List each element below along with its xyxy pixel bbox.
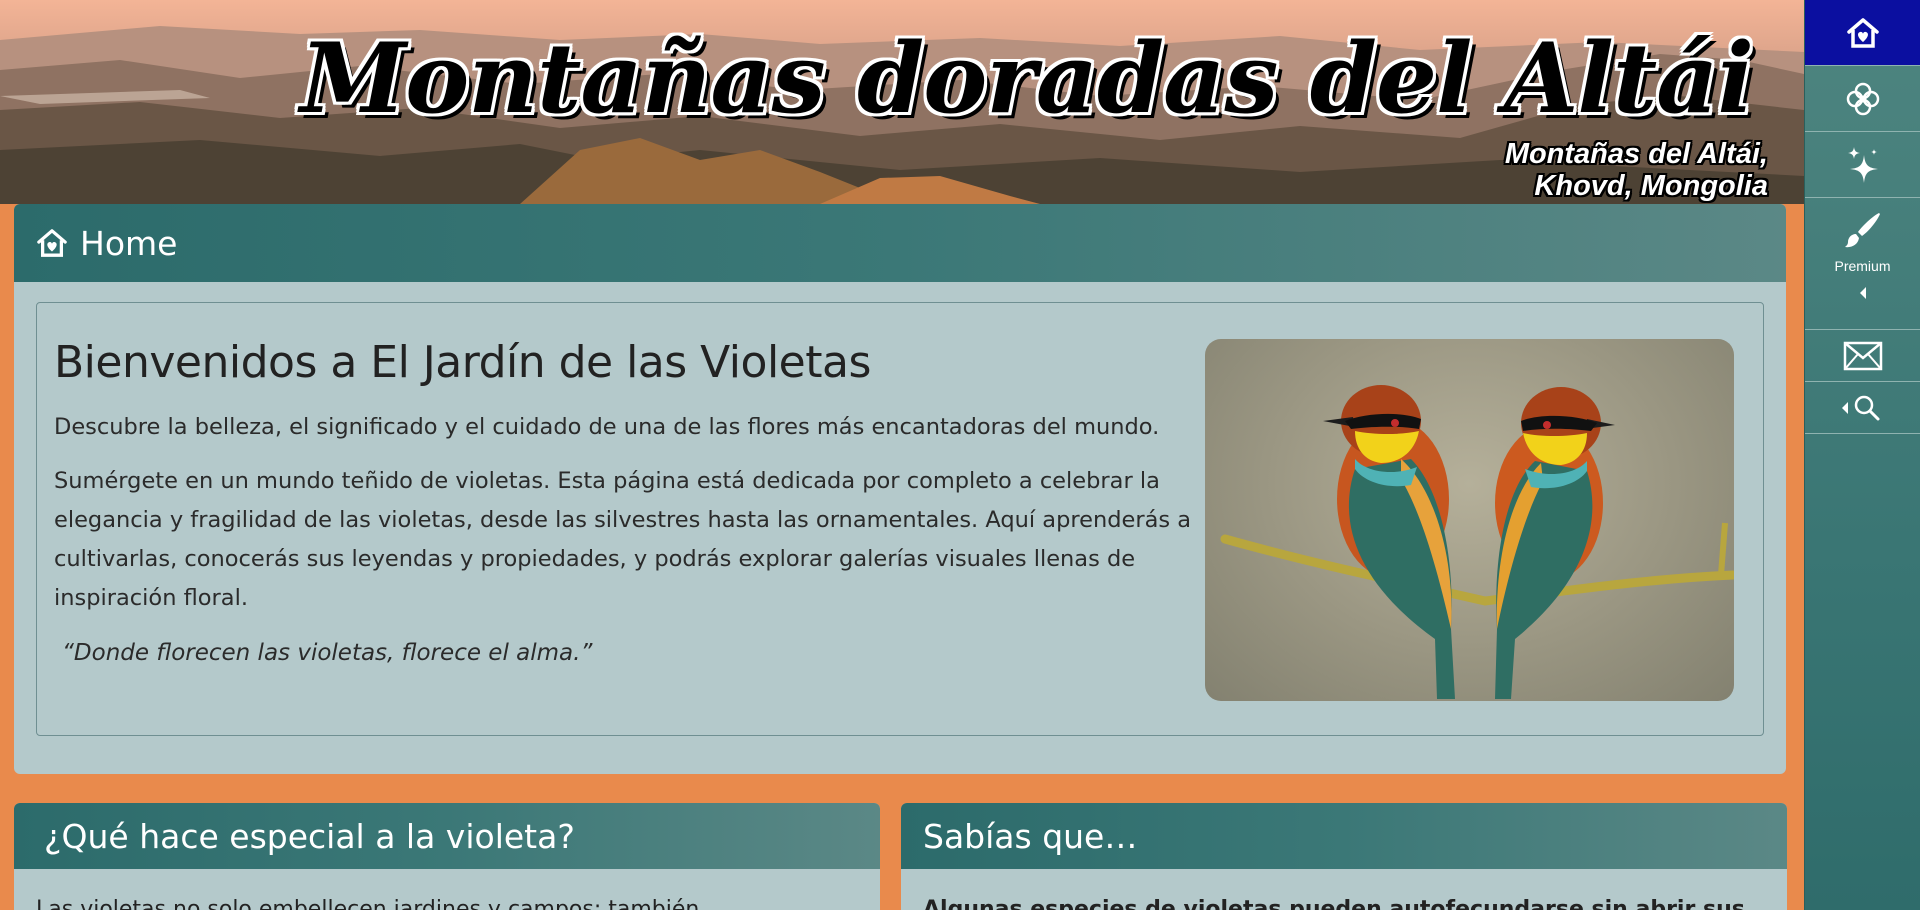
welcome-text-block: Bienvenidos a El Jardín de las Violetas … [54, 337, 1214, 666]
welcome-lead: Descubre la belleza, el significado y el… [54, 414, 1160, 440]
home-panel-header: Home [14, 204, 1786, 282]
sidebar-item-premium[interactable]: Premium [1805, 198, 1920, 330]
home-panel: Home Bienvenidos a El Jardín de las Viol… [14, 204, 1786, 774]
sidebar-item-search[interactable] [1805, 382, 1920, 434]
bee-eaters-photo [1205, 339, 1734, 701]
did-you-know-header: Sabías que… [901, 803, 1787, 869]
did-you-know-title: Sabías que… [923, 816, 1138, 856]
birds-illustration [1220, 385, 1734, 699]
location-line-2: Khovd, Mongolia [1534, 170, 1768, 202]
banner-title: Montañas doradas del Altái [300, 22, 1754, 135]
sidebar-item-sparkles[interactable] [1805, 132, 1920, 198]
welcome-section: Bienvenidos a El Jardín de las Violetas … [36, 302, 1764, 736]
sidebar-item-contact[interactable] [1805, 330, 1920, 382]
home-icon [1846, 17, 1879, 48]
sidebar-premium-label: Premium [1834, 258, 1891, 274]
home-icon [37, 229, 67, 257]
special-violet-title: ¿Qué hace especial a la violeta? [44, 816, 575, 856]
sidebar-item-home[interactable] [1805, 0, 1920, 66]
brush-icon [1844, 213, 1880, 248]
sparkles-icon [1847, 146, 1878, 183]
welcome-body: Sumérgete en un mundo teñido de violetas… [54, 468, 1192, 611]
mail-icon [1843, 341, 1882, 370]
special-violet-text: Las violetas no solo embellecen jardines… [36, 897, 700, 910]
header-banner: Montañas doradas del Altái Montañas del … [0, 0, 1804, 204]
collapse-left-icon[interactable] [1858, 286, 1868, 300]
welcome-heading: Bienvenidos a El Jardín de las Violetas [54, 337, 871, 388]
flower-icon [1846, 82, 1879, 115]
right-sidebar-nav: Premium [1804, 0, 1920, 910]
banner-location-caption: Montañas del Altái, Khovd, Mongolia [1438, 138, 1768, 202]
welcome-quote: “Donde florecen las violetas, florece el… [62, 640, 593, 666]
search-icon [1841, 395, 1879, 420]
location-line-1: Montañas del Altái, [1504, 138, 1768, 170]
home-panel-title: Home [80, 223, 178, 263]
special-violet-section: ¿Qué hace especial a la violeta? Las vio… [14, 803, 880, 910]
did-you-know-section: Sabías que… Algunas especies de violetas… [901, 803, 1787, 910]
special-violet-header: ¿Qué hace especial a la violeta? [14, 803, 880, 869]
sidebar-item-flowers[interactable] [1805, 66, 1920, 132]
did-you-know-text: Algunas especies de violetas pueden auto… [923, 897, 1745, 910]
